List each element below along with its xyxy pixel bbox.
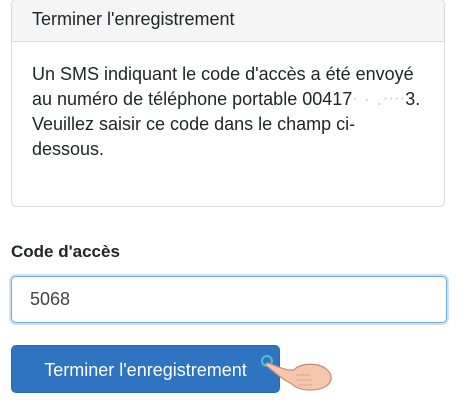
redacted-phone-segment: ᐧ · .ᐧᐧᐧᐧ: [352, 89, 406, 109]
finish-registration-button[interactable]: Terminer l'enregistrement: [11, 345, 280, 393]
registration-card: Terminer l'enregistrement Un SMS indiqua…: [11, 0, 445, 207]
card-body: Un SMS indiquant le code d'accès a été e…: [12, 42, 444, 162]
pointing-hand-icon: [261, 355, 332, 391]
card-header: Terminer l'enregistrement: [12, 0, 444, 42]
sms-message: Un SMS indiquant le code d'accès a été e…: [32, 62, 424, 162]
access-code-label: Code d'accès: [11, 242, 120, 261]
access-code-input[interactable]: [11, 276, 447, 323]
